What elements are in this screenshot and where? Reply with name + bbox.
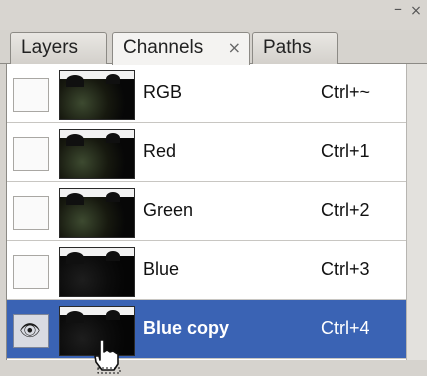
visibility-toggle[interactable] bbox=[13, 255, 49, 289]
channel-shortcut: Ctrl+3 bbox=[321, 259, 370, 279]
eye-icon: 👁 bbox=[19, 321, 41, 341]
minimize-icon[interactable]: – bbox=[391, 1, 405, 17]
channel-thumbnail bbox=[59, 247, 135, 297]
visibility-toggle[interactable] bbox=[13, 78, 49, 112]
channel-shortcut: Ctrl+2 bbox=[321, 200, 370, 220]
channel-name: Green bbox=[143, 200, 194, 220]
channel-name: RGB bbox=[143, 82, 183, 102]
channel-list: RGB Ctrl+~ Red Ctrl+1 Green Ctrl+2 Blue bbox=[6, 64, 407, 360]
tab-channels[interactable]: Channels × bbox=[112, 32, 250, 65]
tab-layers-label: Layers bbox=[21, 37, 79, 58]
tab-bar: Layers Channels × Paths ▾≡ bbox=[0, 28, 427, 87]
channel-row-rgb[interactable]: RGB Ctrl+~ bbox=[7, 64, 407, 123]
channel-thumbnail bbox=[59, 129, 135, 179]
tab-paths-label: Paths bbox=[263, 37, 312, 58]
channel-thumbnail bbox=[59, 70, 135, 120]
channel-row-blue[interactable]: Blue Ctrl+3 bbox=[7, 241, 407, 300]
visibility-toggle[interactable] bbox=[13, 137, 49, 171]
tab-close-icon[interactable]: × bbox=[228, 33, 241, 63]
channel-shortcut: Ctrl+4 bbox=[321, 318, 370, 338]
panel-title-strip: – × bbox=[0, 0, 427, 30]
tab-channels-label: Channels bbox=[123, 37, 204, 58]
hand-cursor-icon bbox=[94, 339, 121, 374]
channels-panel: – × Layers Channels × Paths ▾≡ RGB Ctrl+… bbox=[0, 0, 427, 376]
channel-shortcut: Ctrl+1 bbox=[321, 141, 370, 161]
scrollbar[interactable] bbox=[406, 64, 427, 360]
tab-layers[interactable]: Layers bbox=[10, 32, 107, 64]
visibility-toggle[interactable] bbox=[13, 196, 49, 230]
channel-thumbnail bbox=[59, 188, 135, 238]
channel-name: Blue bbox=[143, 259, 180, 279]
channel-row-blue-copy[interactable]: 👁 Blue copy Ctrl+4 bbox=[7, 300, 407, 359]
channel-name: Blue copy bbox=[143, 318, 230, 338]
visibility-toggle[interactable]: 👁 bbox=[13, 314, 49, 348]
channel-name: Red bbox=[143, 141, 177, 161]
tab-paths[interactable]: Paths bbox=[252, 32, 338, 64]
close-icon[interactable]: × bbox=[409, 4, 423, 18]
channel-shortcut: Ctrl+~ bbox=[321, 82, 371, 102]
channel-row-green[interactable]: Green Ctrl+2 bbox=[7, 182, 407, 241]
channel-row-red[interactable]: Red Ctrl+1 bbox=[7, 123, 407, 182]
